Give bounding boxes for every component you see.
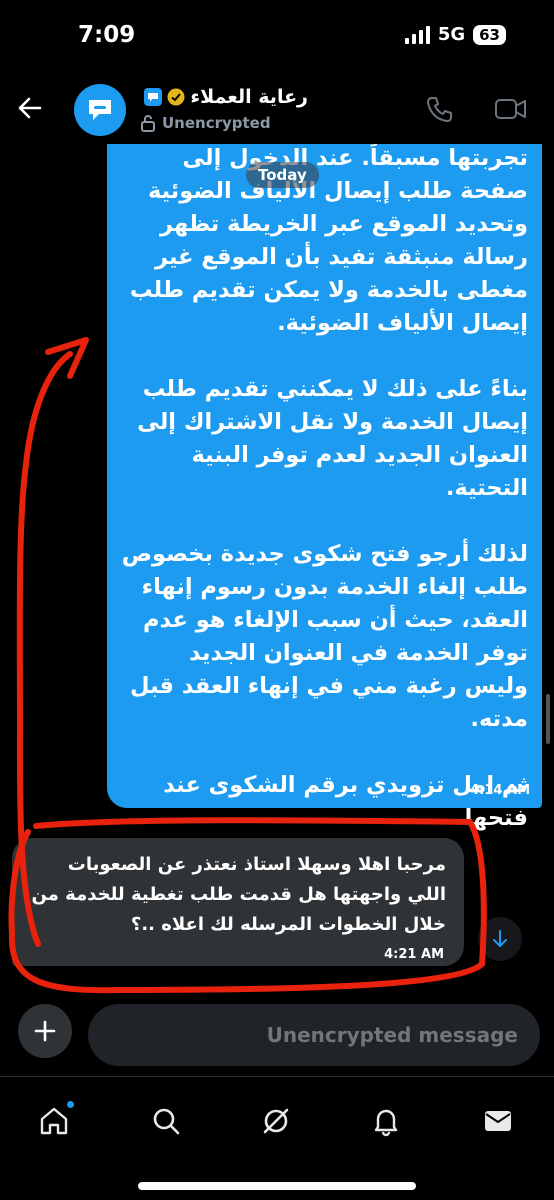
message-text: تجربتها مسبقاً. عند الدخول إلى صفحة طلب …	[121, 145, 528, 831]
arrow-down-icon	[493, 930, 507, 948]
scrollbar[interactable]	[546, 694, 550, 744]
message-input[interactable]	[88, 1004, 540, 1066]
tab-messages[interactable]	[480, 1103, 516, 1139]
status-time: 7:09	[78, 22, 136, 48]
encryption-label: Unencrypted	[162, 114, 271, 132]
notification-dot	[67, 1101, 74, 1108]
plus-icon	[34, 1020, 56, 1042]
affiliate-badge-icon	[144, 88, 163, 106]
message-thread[interactable]: تجربتها مسبقاً. عند الدخول إلى صفحة طلب …	[0, 144, 554, 1000]
incoming-message-bubble[interactable]: مرحبا اهلا وسهلا استاذ نعتذر عن الصعوبات…	[12, 838, 464, 966]
phone-call-icon[interactable]	[424, 94, 454, 124]
outgoing-message-bubble[interactable]: تجربتها مسبقاً. عند الدخول إلى صفحة طلب …	[107, 144, 542, 831]
home-icon	[40, 1107, 68, 1135]
message-timestamp: 4:14 AM	[470, 783, 530, 798]
video-call-icon[interactable]	[494, 94, 528, 124]
unlocked-padlock-icon	[141, 115, 155, 132]
add-attachment-button[interactable]	[18, 1004, 72, 1058]
status-indicators: 5G 63	[404, 24, 506, 45]
message-text: مرحبا اهلا وسهلا استاذ نعتذر عن الصعوبات…	[25, 854, 446, 935]
messages-icon	[485, 1111, 511, 1131]
avatar[interactable]	[74, 84, 126, 136]
network-type: 5G	[437, 24, 466, 45]
tab-notifications[interactable]	[368, 1103, 404, 1139]
tab-grok[interactable]	[258, 1103, 294, 1139]
tab-home[interactable]	[36, 1101, 74, 1139]
notifications-icon	[374, 1109, 398, 1137]
contact-name: رعاية العملاء	[190, 86, 308, 108]
back-arrow-icon	[18, 97, 42, 119]
message-timestamp: 4:21 AM	[384, 947, 444, 962]
cellular-signal-icon	[404, 25, 430, 44]
verified-badge-icon	[167, 88, 185, 106]
battery-indicator: 63	[473, 24, 506, 45]
encryption-status: Unencrypted	[140, 114, 271, 132]
tab-search[interactable]	[148, 1103, 184, 1139]
date-separator: Today	[246, 162, 319, 188]
home-indicator[interactable]	[138, 1182, 416, 1190]
search-icon	[153, 1108, 180, 1135]
conversation-header: رعاية العملاء Unencrypted	[0, 76, 554, 144]
message-composer	[0, 1000, 554, 1076]
scroll-to-bottom-button[interactable]	[478, 917, 522, 961]
bottom-tab-bar	[0, 1076, 554, 1161]
brand-logo-icon	[89, 100, 111, 120]
back-button[interactable]	[14, 92, 46, 124]
grok-icon	[263, 1108, 289, 1134]
conversation-title[interactable]: رعاية العملاء	[144, 86, 308, 108]
status-bar: 7:09 5G 63	[0, 0, 554, 76]
